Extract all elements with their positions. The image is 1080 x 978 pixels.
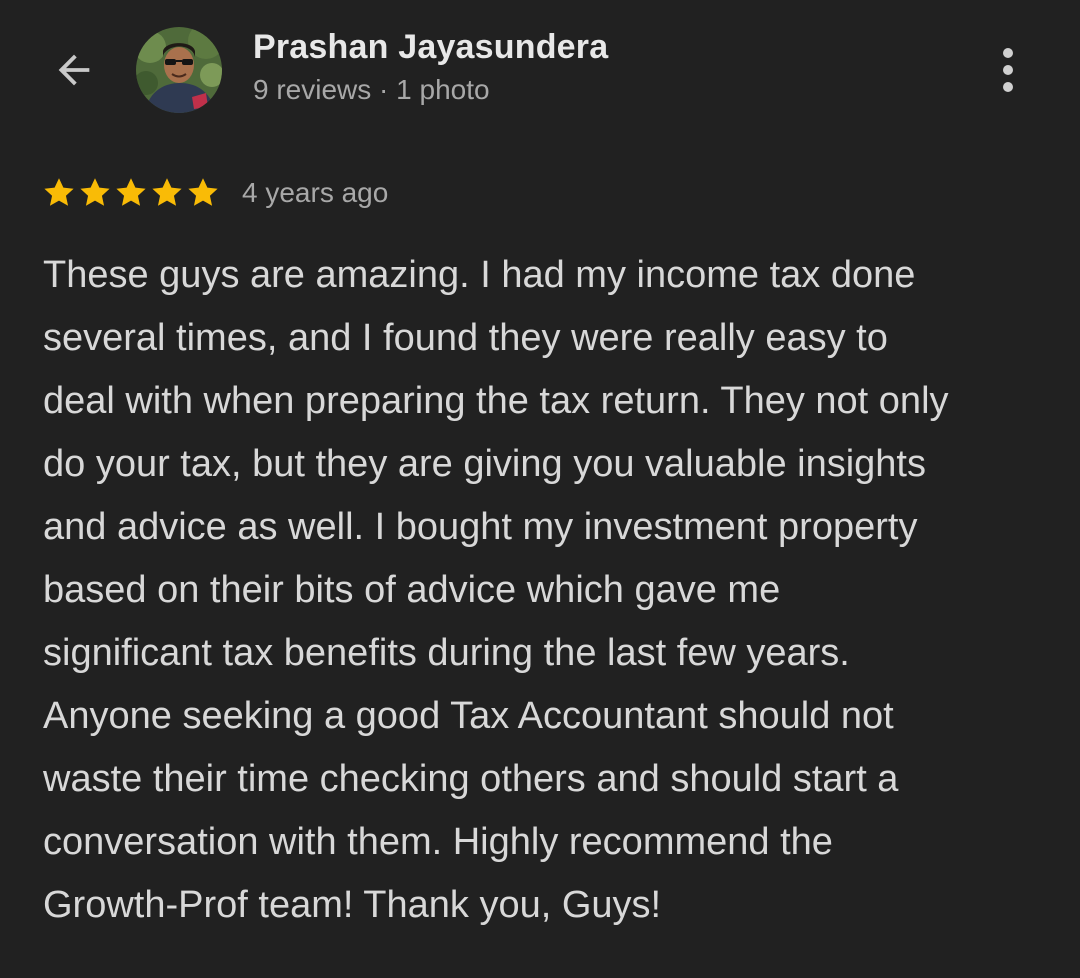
review-text: These guys are amazing. I had my income … [43,244,1053,937]
review-text-line: based on their bits of advice which gave… [43,569,781,611]
review-text-line: Growth-Prof team! Thank you, Guys! [43,884,662,926]
avatar[interactable] [136,27,222,113]
star-icon [188,178,218,206]
review-text-line: deal with when preparing the tax return.… [43,380,949,422]
more-vert-icon [1003,48,1013,92]
star-icon [44,178,74,206]
star-icon [152,178,182,206]
star-rating [42,176,220,210]
arrow-left-icon [58,54,90,86]
review-text-line: These guys are amazing. I had my income … [43,254,916,296]
review-text-line: significant tax benefits during the last… [43,632,850,674]
reviewer-name[interactable]: Prashan Jayasundera [253,28,608,67]
review-text-line: Anyone seeking a good Tax Accountant sho… [43,695,894,737]
review-text-line: and advice as well. I bought my investme… [43,506,918,548]
star-icon [80,178,110,206]
review-text-line: do your tax, but they are giving you val… [43,443,926,485]
review-text-line: conversation with them. Highly recommend… [43,821,833,863]
back-button[interactable] [48,44,100,96]
rating-row: 4 years ago [42,172,388,214]
review-time: 4 years ago [242,177,389,208]
more-options-button[interactable] [986,44,1030,96]
star-icon [116,178,146,206]
reviewer-meta: 9 reviews · 1 photo [253,74,490,105]
review-text-line: several times, and I found they were rea… [43,317,888,359]
review-text-line: waste their time checking others and sho… [43,758,899,800]
profile-photo [136,27,222,113]
